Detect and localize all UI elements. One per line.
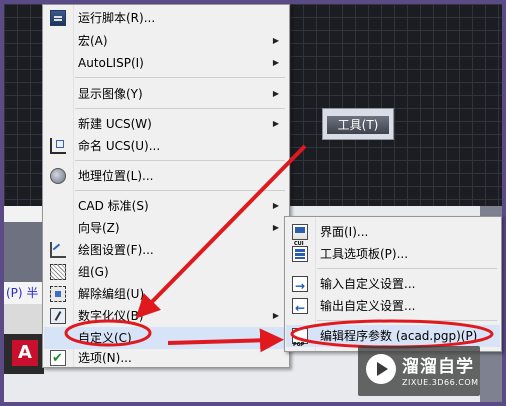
- menu-item-macro[interactable]: 宏(A) ▶: [44, 30, 288, 52]
- submenu-arrow-icon: ▶: [272, 36, 279, 45]
- menu-separator: [75, 160, 285, 161]
- cui-icon: [292, 224, 308, 255]
- submenu-arrow-icon: ▶: [272, 58, 279, 67]
- menu-separator: [75, 77, 285, 78]
- menu-item-options[interactable]: 选项(N)...: [44, 347, 288, 370]
- submenu-arrow-icon: ▶: [272, 119, 279, 128]
- workspace-strip: [4, 304, 44, 334]
- menu-item-cad-standards[interactable]: CAD 标准(S) ▶: [44, 195, 288, 217]
- menu-item-autolisp[interactable]: AutoLISP(I) ▶: [44, 52, 288, 74]
- menu-item-drafting-settings[interactable]: 绘图设置(F)...: [44, 239, 288, 261]
- menu-item-label: 输入自定义设置...: [320, 277, 416, 291]
- submenu-item-tool-palettes[interactable]: 工具选项板(P)...: [286, 243, 500, 265]
- script-icon: [50, 10, 66, 26]
- menu-item-label: 数字化仪(B): [78, 309, 144, 323]
- pgp-icon: [292, 328, 308, 356]
- ungroup-icon: [50, 286, 66, 302]
- customize-submenu: 界面(I)... 工具选项板(P)... 输入自定义设置... 输出自定义设置.…: [284, 216, 502, 356]
- menu-item-label: 向导(Z): [78, 221, 120, 235]
- submenu-item-import-customizations[interactable]: 输入自定义设置...: [286, 273, 500, 297]
- menu-item-label: 地理位置(L)...: [78, 169, 154, 183]
- command-line[interactable]: (P) 半: [4, 282, 44, 304]
- globe-icon: [50, 168, 66, 184]
- screenshot-frame: (P) 半 A 工具(T) 运行脚本(R)... 宏(A) ▶ AutoLISP…: [0, 0, 506, 406]
- menu-separator: [317, 320, 497, 321]
- checkbox-icon: [50, 348, 66, 370]
- workspace-strip: [4, 222, 44, 282]
- workspace-strip: [4, 206, 44, 222]
- play-logo-icon: [366, 354, 396, 384]
- menu-item-tablet[interactable]: 数字化仪(B) ▶: [44, 305, 288, 327]
- watermark-url: ZIXUE.3D66.COM: [402, 378, 479, 387]
- menu-separator: [317, 268, 497, 269]
- menu-item-label: 工具选项板(P)...: [320, 247, 409, 261]
- import-icon: [292, 275, 308, 297]
- submenu-item-interface[interactable]: 界面(I)...: [286, 221, 500, 255]
- submenu-arrow-icon: ▶: [272, 89, 279, 98]
- menu-item-label: 运行脚本(R)...: [78, 11, 156, 25]
- menu-item-label: 选项(N)...: [78, 351, 132, 365]
- menu-item-named-ucs[interactable]: 命名 UCS(U)...: [44, 135, 288, 157]
- drafting-settings-icon: [50, 242, 66, 258]
- menu-item-label: 界面(I)...: [320, 225, 369, 239]
- submenu-item-export-customizations[interactable]: 输出自定义设置...: [286, 295, 500, 319]
- group-icon: [50, 264, 66, 280]
- tools-menu-label: 工具(T): [327, 116, 389, 134]
- digitizer-icon: [50, 308, 66, 324]
- menu-item-display-image[interactable]: 显示图像(Y) ▶: [44, 83, 288, 105]
- menu-item-wizards[interactable]: 向导(Z) ▶: [44, 217, 288, 239]
- menu-item-label: 宏(A): [78, 34, 108, 48]
- export-icon: [292, 297, 308, 319]
- menu-item-label: 显示图像(Y): [78, 87, 143, 101]
- submenu-arrow-icon: ▶: [272, 311, 279, 320]
- menu-item-label: AutoLISP(I): [78, 56, 144, 70]
- menu-item-label: CAD 标准(S): [78, 199, 149, 213]
- tools-dropdown-menu: 运行脚本(R)... 宏(A) ▶ AutoLISP(I) ▶ 显示图像(Y) …: [42, 4, 290, 370]
- menu-separator: [75, 108, 285, 109]
- menu-item-label: 绘图设置(F)...: [78, 243, 154, 257]
- menu-item-label: 命名 UCS(U)...: [78, 139, 161, 153]
- submenu-arrow-icon: ▶: [272, 201, 279, 210]
- menu-item-label: 输出自定义设置...: [320, 299, 416, 313]
- tools-menu-button[interactable]: 工具(T): [322, 108, 394, 140]
- submenu-arrow-icon: ▶: [272, 223, 279, 232]
- tool-palette-icon: [292, 246, 308, 262]
- menu-item-ungroup[interactable]: 解除编组(U): [44, 283, 288, 305]
- watermark-title: 溜溜自学: [402, 357, 474, 377]
- menu-item-label: 解除编组(U): [78, 287, 145, 301]
- menu-item-label: 自定义(C): [78, 331, 132, 345]
- menu-item-label: 编辑程序参数 (acad.pgp)(P): [320, 329, 478, 343]
- ucs-icon: [50, 138, 66, 154]
- menu-item-label: 组(G): [78, 265, 109, 279]
- submenu-arrow-icon: ▶: [272, 333, 279, 342]
- menu-item-new-ucs[interactable]: 新建 UCS(W) ▶: [44, 113, 288, 135]
- menu-separator: [75, 190, 285, 191]
- menu-item-customize[interactable]: 自定义(C) ▶: [44, 327, 288, 349]
- command-line-text: (P) 半: [6, 286, 39, 300]
- menu-item-label: 新建 UCS(W): [78, 117, 152, 131]
- autocad-logo[interactable]: A: [12, 340, 38, 366]
- menu-item-group[interactable]: 组(G): [44, 261, 288, 283]
- watermark: 溜溜自学 ZIXUE.3D66.COM: [358, 346, 480, 396]
- submenu-item-edit-program-parameters[interactable]: 编辑程序参数 (acad.pgp)(P): [286, 325, 500, 356]
- menu-item-run-script[interactable]: 运行脚本(R)...: [44, 7, 288, 29]
- menu-item-geographic-location[interactable]: 地理位置(L)...: [44, 165, 288, 187]
